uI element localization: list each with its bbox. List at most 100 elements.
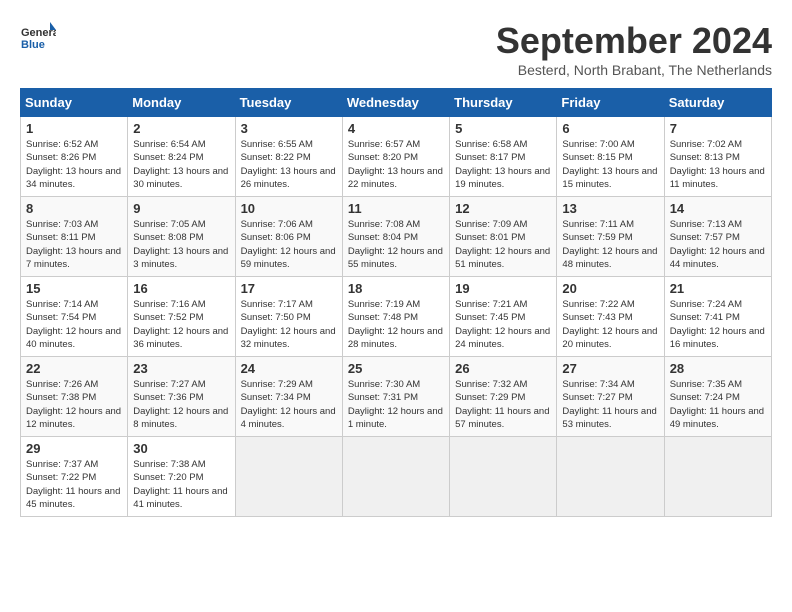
logo-svg: General Blue (20, 20, 56, 56)
calendar-cell: 13 Sunrise: 7:11 AMSunset: 7:59 PMDaylig… (557, 197, 664, 277)
calendar-cell: 2 Sunrise: 6:54 AMSunset: 8:24 PMDayligh… (128, 117, 235, 197)
calendar-cell: 14 Sunrise: 7:13 AMSunset: 7:57 PMDaylig… (664, 197, 771, 277)
day-number: 1 (26, 121, 122, 136)
calendar-cell: 21 Sunrise: 7:24 AMSunset: 7:41 PMDaylig… (664, 277, 771, 357)
day-info: Sunrise: 7:08 AMSunset: 8:04 PMDaylight:… (348, 218, 444, 271)
day-number: 7 (670, 121, 766, 136)
day-info: Sunrise: 7:30 AMSunset: 7:31 PMDaylight:… (348, 378, 444, 431)
day-number: 10 (241, 201, 337, 216)
title-block: September 2024 Besterd, North Brabant, T… (496, 20, 772, 78)
day-number: 12 (455, 201, 551, 216)
day-info: Sunrise: 7:05 AMSunset: 8:08 PMDaylight:… (133, 218, 229, 271)
day-info: Sunrise: 7:11 AMSunset: 7:59 PMDaylight:… (562, 218, 658, 271)
week-row-2: 8 Sunrise: 7:03 AMSunset: 8:11 PMDayligh… (21, 197, 772, 277)
day-number: 15 (26, 281, 122, 296)
calendar-cell: 29 Sunrise: 7:37 AMSunset: 7:22 PMDaylig… (21, 437, 128, 517)
calendar-cell: 1 Sunrise: 6:52 AMSunset: 8:26 PMDayligh… (21, 117, 128, 197)
day-info: Sunrise: 6:58 AMSunset: 8:17 PMDaylight:… (455, 138, 551, 191)
day-number: 19 (455, 281, 551, 296)
calendar-cell: 20 Sunrise: 7:22 AMSunset: 7:43 PMDaylig… (557, 277, 664, 357)
calendar-cell: 28 Sunrise: 7:35 AMSunset: 7:24 PMDaylig… (664, 357, 771, 437)
day-info: Sunrise: 7:09 AMSunset: 8:01 PMDaylight:… (455, 218, 551, 271)
day-number: 11 (348, 201, 444, 216)
day-info: Sunrise: 7:34 AMSunset: 7:27 PMDaylight:… (562, 378, 658, 431)
day-info: Sunrise: 7:32 AMSunset: 7:29 PMDaylight:… (455, 378, 551, 431)
week-row-3: 15 Sunrise: 7:14 AMSunset: 7:54 PMDaylig… (21, 277, 772, 357)
svg-text:Blue: Blue (21, 39, 45, 51)
day-number: 20 (562, 281, 658, 296)
weekday-header-wednesday: Wednesday (342, 89, 449, 117)
day-info: Sunrise: 7:37 AMSunset: 7:22 PMDaylight:… (26, 458, 122, 511)
day-info: Sunrise: 6:54 AMSunset: 8:24 PMDaylight:… (133, 138, 229, 191)
calendar-cell (557, 437, 664, 517)
day-number: 9 (133, 201, 229, 216)
day-number: 25 (348, 361, 444, 376)
day-number: 13 (562, 201, 658, 216)
day-number: 26 (455, 361, 551, 376)
day-number: 6 (562, 121, 658, 136)
calendar-cell: 8 Sunrise: 7:03 AMSunset: 8:11 PMDayligh… (21, 197, 128, 277)
calendar-cell (664, 437, 771, 517)
calendar-cell: 5 Sunrise: 6:58 AMSunset: 8:17 PMDayligh… (450, 117, 557, 197)
day-info: Sunrise: 7:13 AMSunset: 7:57 PMDaylight:… (670, 218, 766, 271)
calendar-cell: 24 Sunrise: 7:29 AMSunset: 7:34 PMDaylig… (235, 357, 342, 437)
day-number: 2 (133, 121, 229, 136)
day-info: Sunrise: 6:57 AMSunset: 8:20 PMDaylight:… (348, 138, 444, 191)
calendar-cell (450, 437, 557, 517)
weekday-header-saturday: Saturday (664, 89, 771, 117)
day-number: 24 (241, 361, 337, 376)
day-number: 4 (348, 121, 444, 136)
header-row: SundayMondayTuesdayWednesdayThursdayFrid… (21, 89, 772, 117)
weekday-header-thursday: Thursday (450, 89, 557, 117)
page-header: General Blue September 2024 Besterd, Nor… (20, 20, 772, 78)
day-number: 30 (133, 441, 229, 456)
day-number: 29 (26, 441, 122, 456)
calendar-cell: 4 Sunrise: 6:57 AMSunset: 8:20 PMDayligh… (342, 117, 449, 197)
calendar-cell: 26 Sunrise: 7:32 AMSunset: 7:29 PMDaylig… (450, 357, 557, 437)
calendar-cell: 27 Sunrise: 7:34 AMSunset: 7:27 PMDaylig… (557, 357, 664, 437)
day-number: 16 (133, 281, 229, 296)
calendar-cell: 17 Sunrise: 7:17 AMSunset: 7:50 PMDaylig… (235, 277, 342, 357)
week-row-4: 22 Sunrise: 7:26 AMSunset: 7:38 PMDaylig… (21, 357, 772, 437)
day-info: Sunrise: 7:22 AMSunset: 7:43 PMDaylight:… (562, 298, 658, 351)
calendar-cell: 22 Sunrise: 7:26 AMSunset: 7:38 PMDaylig… (21, 357, 128, 437)
day-number: 22 (26, 361, 122, 376)
calendar-cell: 30 Sunrise: 7:38 AMSunset: 7:20 PMDaylig… (128, 437, 235, 517)
week-row-1: 1 Sunrise: 6:52 AMSunset: 8:26 PMDayligh… (21, 117, 772, 197)
day-info: Sunrise: 7:29 AMSunset: 7:34 PMDaylight:… (241, 378, 337, 431)
day-number: 27 (562, 361, 658, 376)
calendar-cell (235, 437, 342, 517)
day-info: Sunrise: 7:21 AMSunset: 7:45 PMDaylight:… (455, 298, 551, 351)
day-info: Sunrise: 7:16 AMSunset: 7:52 PMDaylight:… (133, 298, 229, 351)
day-info: Sunrise: 7:06 AMSunset: 8:06 PMDaylight:… (241, 218, 337, 271)
day-info: Sunrise: 7:19 AMSunset: 7:48 PMDaylight:… (348, 298, 444, 351)
weekday-header-tuesday: Tuesday (235, 89, 342, 117)
calendar-cell: 16 Sunrise: 7:16 AMSunset: 7:52 PMDaylig… (128, 277, 235, 357)
calendar-cell: 19 Sunrise: 7:21 AMSunset: 7:45 PMDaylig… (450, 277, 557, 357)
day-info: Sunrise: 7:17 AMSunset: 7:50 PMDaylight:… (241, 298, 337, 351)
calendar-cell: 25 Sunrise: 7:30 AMSunset: 7:31 PMDaylig… (342, 357, 449, 437)
day-number: 28 (670, 361, 766, 376)
calendar-cell: 10 Sunrise: 7:06 AMSunset: 8:06 PMDaylig… (235, 197, 342, 277)
month-title: September 2024 (496, 20, 772, 62)
day-info: Sunrise: 7:00 AMSunset: 8:15 PMDaylight:… (562, 138, 658, 191)
day-number: 23 (133, 361, 229, 376)
calendar-cell: 18 Sunrise: 7:19 AMSunset: 7:48 PMDaylig… (342, 277, 449, 357)
weekday-header-friday: Friday (557, 89, 664, 117)
calendar-cell: 7 Sunrise: 7:02 AMSunset: 8:13 PMDayligh… (664, 117, 771, 197)
day-info: Sunrise: 7:14 AMSunset: 7:54 PMDaylight:… (26, 298, 122, 351)
day-number: 5 (455, 121, 551, 136)
calendar-cell: 6 Sunrise: 7:00 AMSunset: 8:15 PMDayligh… (557, 117, 664, 197)
day-info: Sunrise: 7:27 AMSunset: 7:36 PMDaylight:… (133, 378, 229, 431)
calendar-table: SundayMondayTuesdayWednesdayThursdayFrid… (20, 88, 772, 517)
day-info: Sunrise: 6:52 AMSunset: 8:26 PMDaylight:… (26, 138, 122, 191)
day-number: 18 (348, 281, 444, 296)
day-info: Sunrise: 7:35 AMSunset: 7:24 PMDaylight:… (670, 378, 766, 431)
calendar-cell (342, 437, 449, 517)
calendar-cell: 12 Sunrise: 7:09 AMSunset: 8:01 PMDaylig… (450, 197, 557, 277)
day-number: 17 (241, 281, 337, 296)
week-row-5: 29 Sunrise: 7:37 AMSunset: 7:22 PMDaylig… (21, 437, 772, 517)
calendar-cell: 11 Sunrise: 7:08 AMSunset: 8:04 PMDaylig… (342, 197, 449, 277)
day-info: Sunrise: 7:03 AMSunset: 8:11 PMDaylight:… (26, 218, 122, 271)
calendar-cell: 15 Sunrise: 7:14 AMSunset: 7:54 PMDaylig… (21, 277, 128, 357)
